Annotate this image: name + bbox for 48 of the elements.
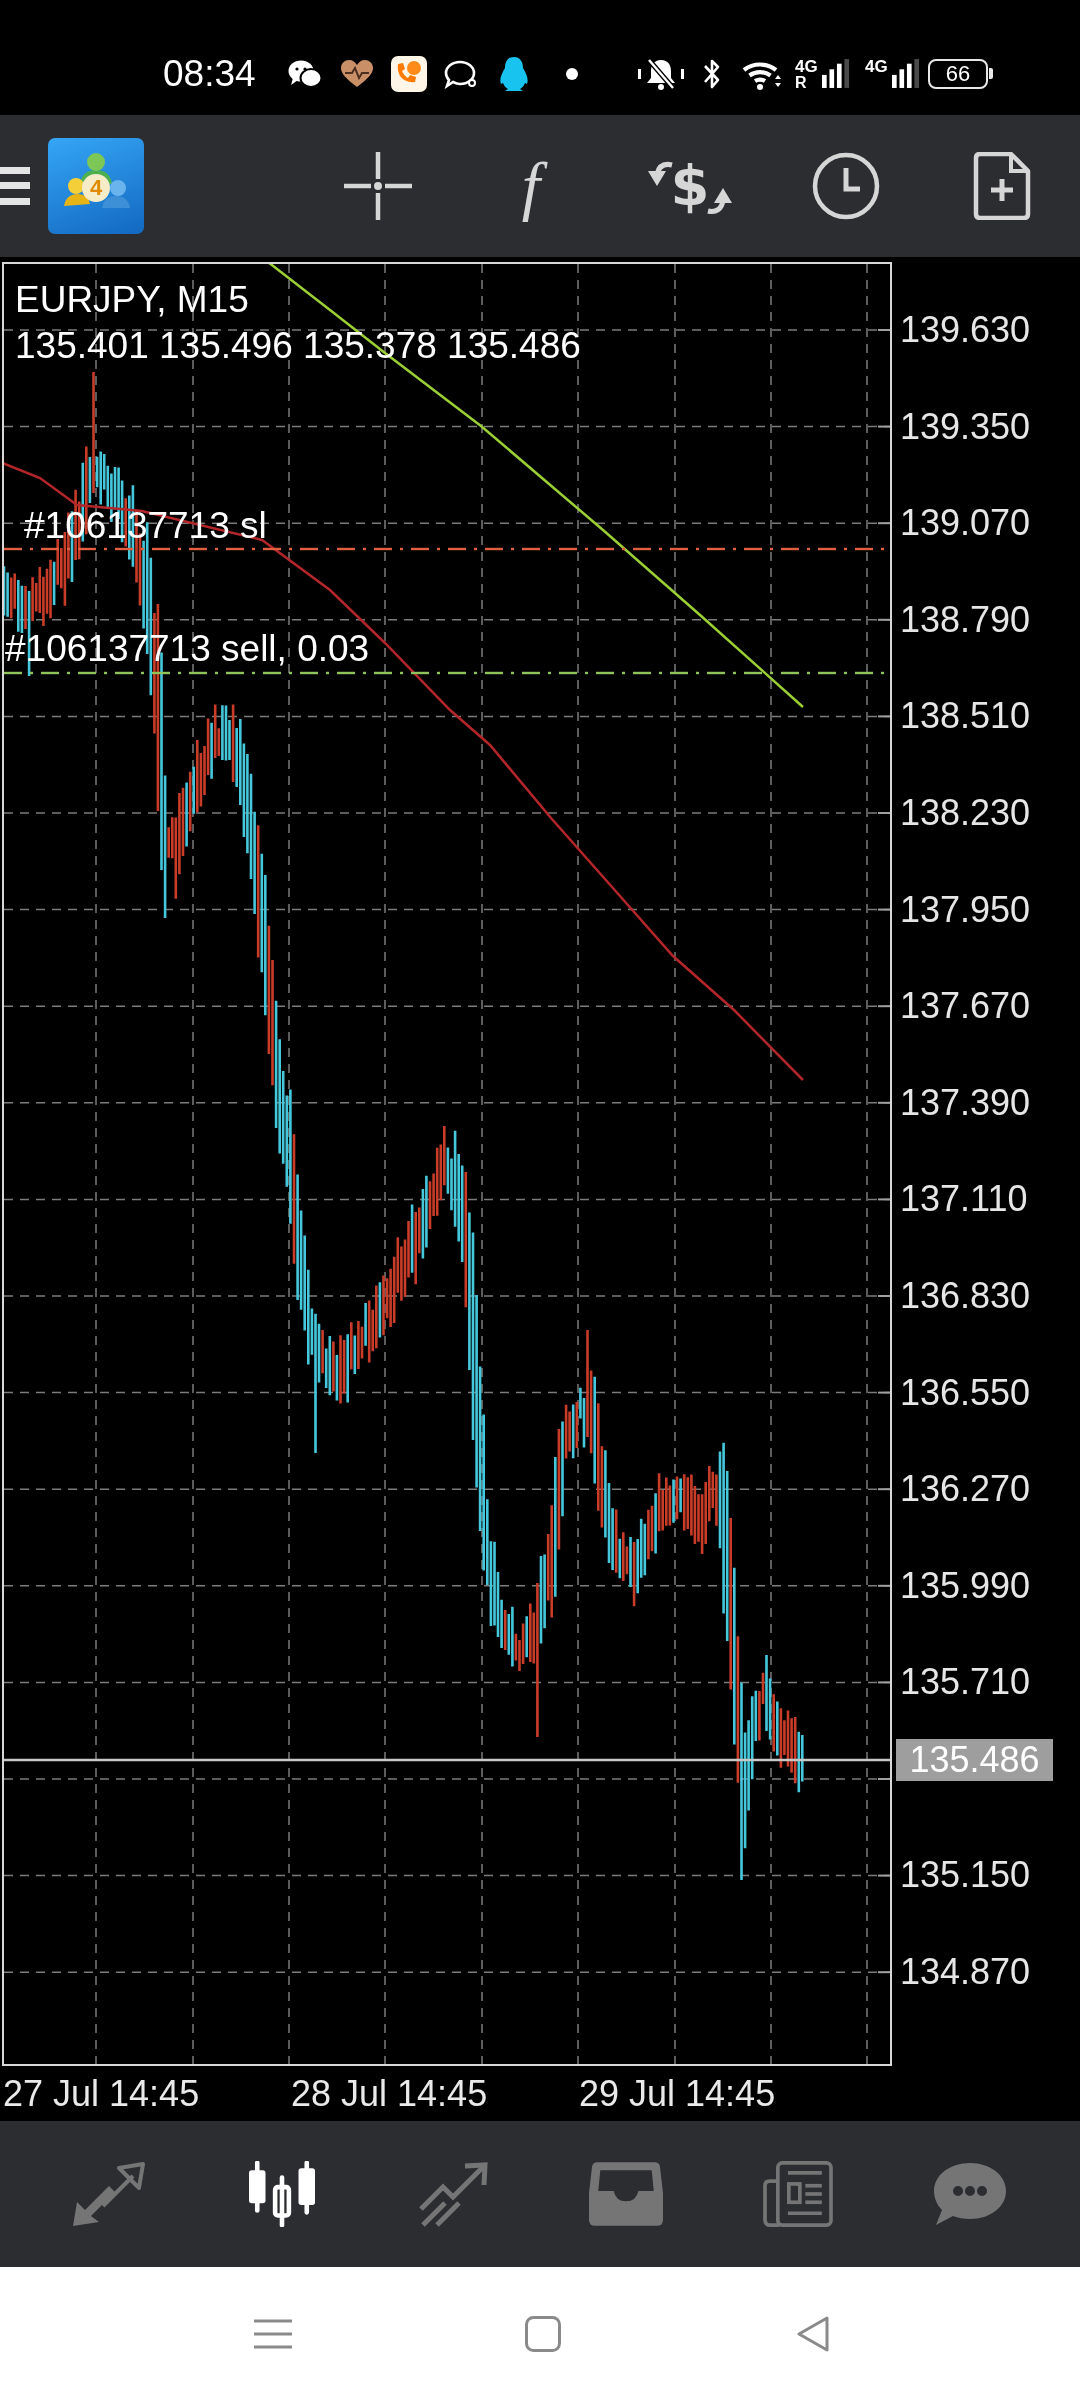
speech-bubble-icon[interactable] — [933, 2161, 1007, 2227]
trend-arrow-icon[interactable] — [417, 2161, 491, 2227]
time-label: 27 Jul 14:45 — [3, 2075, 201, 2112]
network-label: 4G — [795, 58, 819, 75]
price-label: 137.670 — [900, 988, 1031, 1025]
price-label: 139.350 — [900, 408, 1031, 445]
current-price-label: 135.486 — [896, 1738, 1053, 1781]
price-label: 137.110 — [900, 1181, 1028, 1218]
price-label: 138.510 — [900, 698, 1031, 735]
trade-button[interactable]: $ — [646, 151, 734, 221]
dot-icon — [566, 67, 578, 80]
price-label: 136.550 — [900, 1374, 1031, 1411]
price-label: 137.950 — [900, 891, 1031, 928]
price-label: 139.630 — [900, 312, 1031, 348]
penguin-icon — [499, 56, 529, 91]
price-label: 136.830 — [900, 1277, 1031, 1314]
chat-bubbles-icon — [288, 58, 322, 89]
square-icon[interactable] — [524, 2315, 562, 2352]
menu-icon[interactable] — [0, 167, 30, 205]
price-label: 138.790 — [900, 601, 1031, 638]
signal-icon — [892, 58, 920, 89]
time-label: 29 Jul 14:45 — [579, 2075, 777, 2112]
signal-icon — [822, 58, 850, 89]
price-label: 139.070 — [900, 505, 1031, 542]
heart-icon — [341, 59, 373, 88]
curved-arrow-icon — [707, 187, 734, 217]
document-plus-icon[interactable] — [973, 152, 1031, 220]
muted-bell-icon — [637, 56, 685, 91]
price-label: 134.870 — [900, 1954, 1031, 1991]
roaming-label: R — [795, 75, 808, 91]
crosshair-icon[interactable] — [344, 152, 412, 220]
symbol-title: EURJPY, M15 — [15, 278, 250, 322]
price-label: 135.710 — [900, 1664, 1031, 1701]
network-label: 4G — [865, 58, 889, 75]
phone-tile-icon — [391, 55, 427, 92]
newspaper-icon[interactable] — [761, 2161, 835, 2227]
clock-icon[interactable] — [812, 152, 880, 220]
time-label: 28 Jul 14:45 — [291, 2075, 489, 2112]
price-label: 137.390 — [900, 1084, 1031, 1121]
chat-bubble-icon — [444, 58, 478, 89]
price-label: 136.270 — [900, 1471, 1031, 1508]
clock-time: 08:34 — [163, 55, 255, 92]
price-label: 135.150 — [900, 1857, 1031, 1894]
inbox-tray-icon[interactable] — [589, 2161, 663, 2227]
price-label: 135.990 — [900, 1567, 1031, 1604]
price-label: 138.230 — [900, 794, 1031, 831]
diagonal-arrows-icon[interactable] — [73, 2161, 147, 2227]
function-button[interactable]: f — [511, 143, 557, 229]
